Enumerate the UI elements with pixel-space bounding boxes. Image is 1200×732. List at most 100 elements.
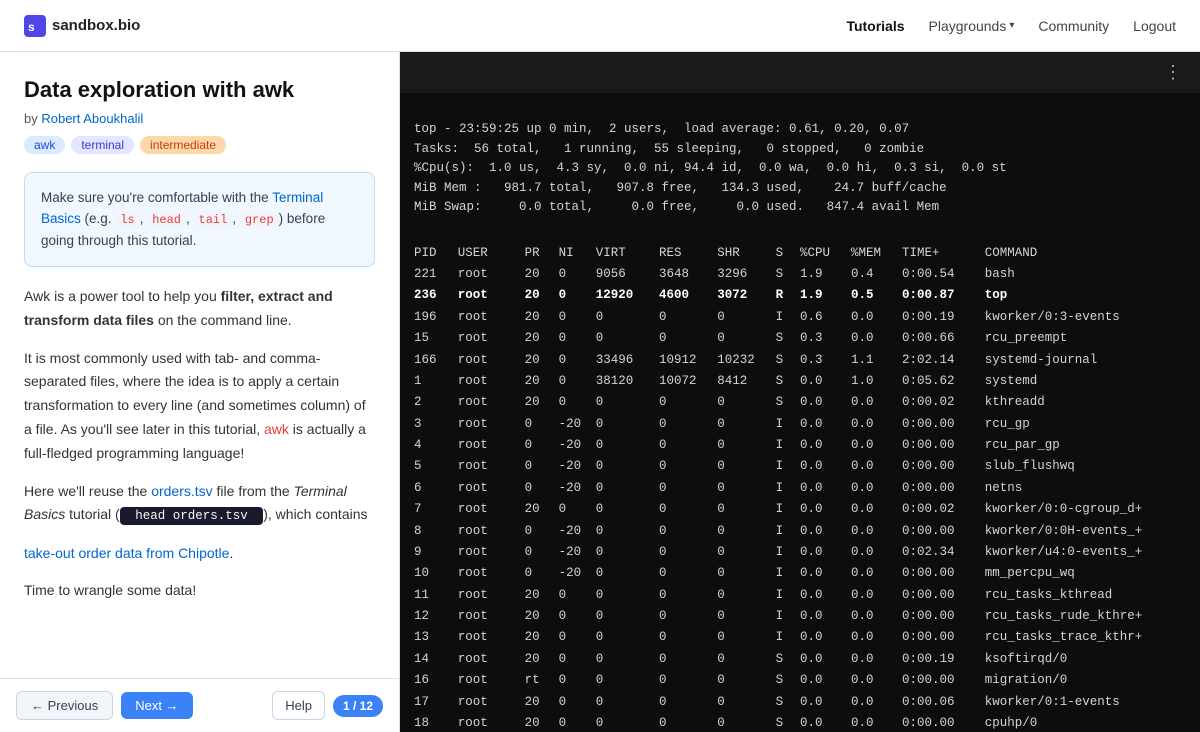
- cell-ni: 0: [559, 285, 596, 306]
- nav-logout[interactable]: Logout: [1133, 18, 1176, 34]
- cell-time: 0:02.34: [902, 542, 985, 563]
- cell-command: cpuhp/0: [985, 713, 1186, 732]
- cell-res: 10912: [659, 350, 717, 371]
- cell-res: 0: [659, 585, 717, 606]
- process-table-body: 221 root 20 0 9056 3648 3296 S 1.9 0.4 0…: [414, 264, 1186, 732]
- cell-pr: 0: [525, 542, 559, 563]
- table-row: 9 root 0 -20 0 0 0 I 0.0 0.0 0:02.34 kwo…: [414, 542, 1186, 563]
- cell-pid: 236: [414, 285, 458, 306]
- table-row: 236 root 20 0 12920 4600 3072 R 1.9 0.5 …: [414, 285, 1186, 306]
- terminal-cpu-line: %Cpu(s): 1.0 us, 4.3 sy, 0.0 ni, 94.4 id…: [414, 161, 1007, 175]
- cell-cpu: 0.0: [800, 456, 851, 477]
- cell-res: 0: [659, 563, 717, 584]
- cell-pr: 20: [525, 371, 559, 392]
- cell-ni: 0: [559, 606, 596, 627]
- table-row: 1 root 20 0 38120 10072 8412 S 0.0 1.0 0…: [414, 371, 1186, 392]
- cell-user: root: [458, 585, 525, 606]
- code-ls: ls: [115, 212, 139, 228]
- cell-ni: -20: [559, 456, 596, 477]
- logo[interactable]: s sandbox.bio: [24, 15, 140, 37]
- cell-shr: 0: [717, 627, 775, 648]
- next-button[interactable]: Next →: [121, 692, 192, 719]
- navbar: s sandbox.bio Tutorials Playgrounds ▾ Co…: [0, 0, 1200, 52]
- chipotle-link[interactable]: take-out order data from Chipotle: [24, 545, 229, 561]
- cell-cpu: 0.6: [800, 307, 851, 328]
- cell-user: root: [458, 499, 525, 520]
- cell-mem: 0.0: [851, 670, 902, 691]
- table-row: 7 root 20 0 0 0 0 I 0.0 0.0 0:00.02 kwor…: [414, 499, 1186, 520]
- cell-time: 0:05.62: [902, 371, 985, 392]
- cell-virt: 0: [596, 414, 659, 435]
- cell-time: 0:00.19: [902, 649, 985, 670]
- cell-s: I: [776, 521, 800, 542]
- cell-s: I: [776, 499, 800, 520]
- cell-command: rcu_gp: [985, 414, 1186, 435]
- cell-shr: 0: [717, 456, 775, 477]
- main-layout: Data exploration with awk by Robert Abou…: [0, 52, 1200, 732]
- cell-res: 10072: [659, 371, 717, 392]
- cell-time: 0:00.66: [902, 328, 985, 349]
- cell-mem: 0.0: [851, 456, 902, 477]
- cell-res: 0: [659, 692, 717, 713]
- cell-ni: 0: [559, 328, 596, 349]
- cell-s: I: [776, 435, 800, 456]
- cell-res: 0: [659, 521, 717, 542]
- cell-mem: 0.0: [851, 713, 902, 732]
- cell-pid: 15: [414, 328, 458, 349]
- table-row: 11 root 20 0 0 0 0 I 0.0 0.0 0:00.00 rcu…: [414, 585, 1186, 606]
- cell-command: slub_flushwq: [985, 456, 1186, 477]
- cell-mem: 0.0: [851, 563, 902, 584]
- nav-community[interactable]: Community: [1038, 18, 1109, 34]
- cell-shr: 0: [717, 328, 775, 349]
- cell-user: root: [458, 606, 525, 627]
- cell-pr: 20: [525, 606, 559, 627]
- cell-pr: 20: [525, 392, 559, 413]
- cell-s: I: [776, 456, 800, 477]
- cell-ni: 0: [559, 392, 596, 413]
- cell-pr: 20: [525, 285, 559, 306]
- cell-cpu: 0.0: [800, 692, 851, 713]
- terminal-swap-line: MiB Swap: 0.0 total, 0.0 free, 0.0 used.…: [414, 200, 939, 214]
- tutorial-title: Data exploration with awk: [24, 76, 375, 105]
- cell-pid: 17: [414, 692, 458, 713]
- cell-shr: 8412: [717, 371, 775, 392]
- cell-time: 0:00.00: [902, 627, 985, 648]
- cell-res: 0: [659, 328, 717, 349]
- cell-res: 0: [659, 713, 717, 732]
- cell-shr: 0: [717, 435, 775, 456]
- cell-time: 0:00.00: [902, 414, 985, 435]
- cell-pid: 221: [414, 264, 458, 285]
- nav-tutorials[interactable]: Tutorials: [846, 18, 904, 34]
- terminal-mem-line: MiB Mem : 981.7 total, 907.8 free, 134.3…: [414, 181, 947, 195]
- cell-cpu: 0.0: [800, 371, 851, 392]
- terminal-menu-button[interactable]: ⋮: [1158, 60, 1188, 85]
- cell-s: I: [776, 585, 800, 606]
- cell-res: 0: [659, 649, 717, 670]
- nav-playgrounds[interactable]: Playgrounds ▾: [929, 18, 1015, 34]
- previous-button[interactable]: ← Previous: [16, 691, 113, 720]
- cell-ni: 0: [559, 649, 596, 670]
- cell-s: S: [776, 670, 800, 691]
- col-cpu: %CPU: [800, 243, 851, 264]
- table-row: 166 root 20 0 33496 10912 10232 S 0.3 1.…: [414, 350, 1186, 371]
- help-button[interactable]: Help: [272, 691, 325, 720]
- col-pr: PR: [525, 243, 559, 264]
- cell-cpu: 0.0: [800, 649, 851, 670]
- cell-ni: 0: [559, 264, 596, 285]
- cell-virt: 0: [596, 649, 659, 670]
- cell-virt: 12920: [596, 285, 659, 306]
- cell-cpu: 0.0: [800, 392, 851, 413]
- cell-cpu: 0.3: [800, 328, 851, 349]
- cell-res: 0: [659, 435, 717, 456]
- author-link[interactable]: Robert Aboukhalil: [41, 111, 143, 126]
- cell-user: root: [458, 563, 525, 584]
- terminal-body[interactable]: top - 23:59:25 up 0 min, 2 users, load a…: [400, 93, 1200, 732]
- orders-file-link[interactable]: orders.tsv: [151, 483, 212, 499]
- cell-pr: 0: [525, 456, 559, 477]
- cell-command: mm_percpu_wq: [985, 563, 1186, 584]
- cell-s: S: [776, 649, 800, 670]
- svg-text:s: s: [28, 20, 35, 34]
- cell-shr: 0: [717, 692, 775, 713]
- chevron-down-icon: ▾: [1009, 20, 1014, 31]
- cell-virt: 0: [596, 307, 659, 328]
